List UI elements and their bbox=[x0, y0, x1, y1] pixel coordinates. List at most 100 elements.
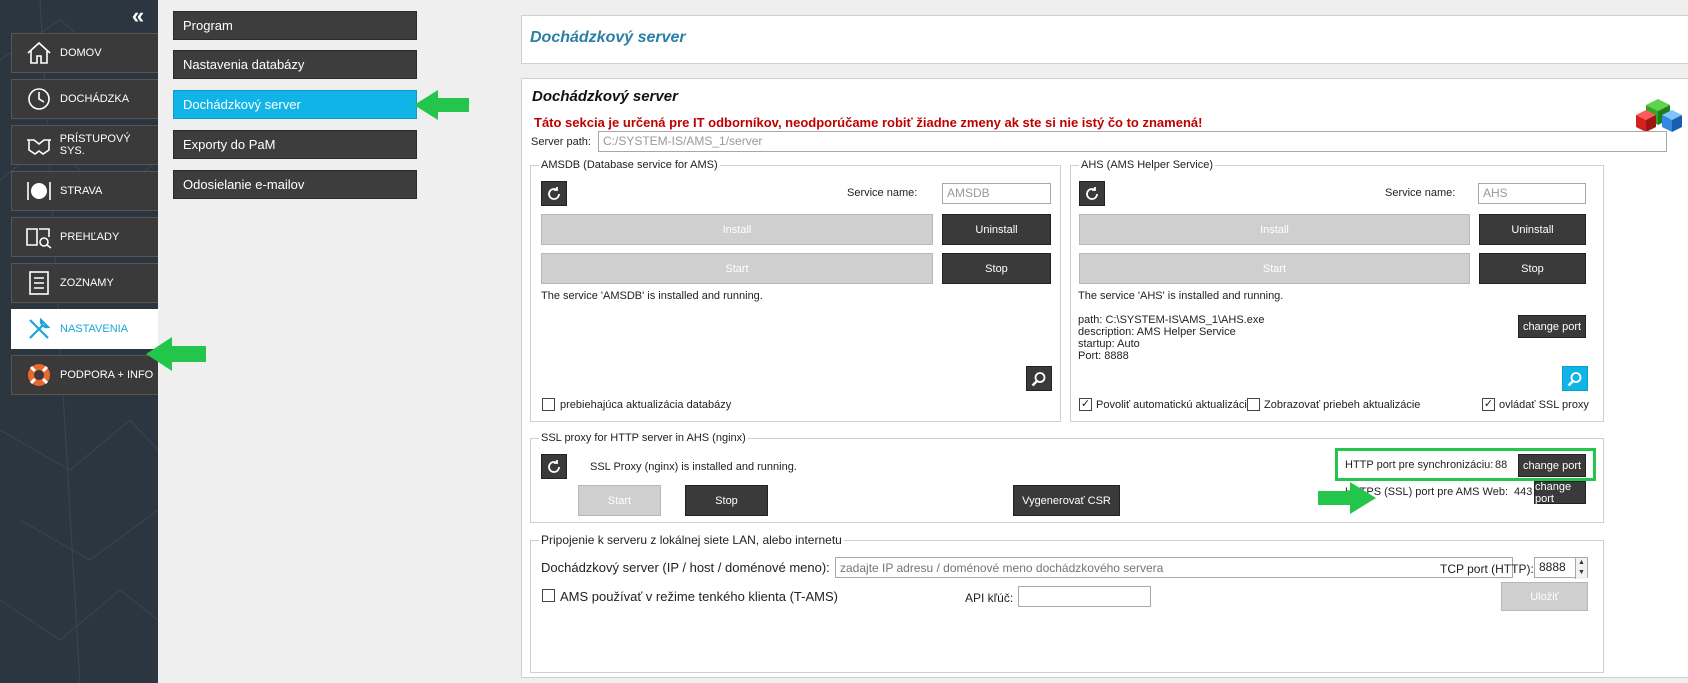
refresh-icon bbox=[1086, 186, 1098, 200]
ahs-path-text: path: C:\SYSTEM-IS\AMS_1\AHS.exe bbox=[1078, 314, 1265, 326]
sidebar-item-zoznamy[interactable]: ZOZNAMY bbox=[11, 263, 158, 303]
sidebar-item-label: NASTAVENIA bbox=[60, 323, 129, 335]
ahs-show-progress-label: Zobrazovať priebeh aktualizácie bbox=[1264, 399, 1421, 411]
warning-text: Táto sekcia je určená pre IT odborníkov,… bbox=[534, 115, 1203, 130]
api-key-input[interactable] bbox=[1018, 586, 1151, 607]
https-change-port-button[interactable]: change port bbox=[1534, 481, 1586, 505]
amsdb-refresh-button[interactable] bbox=[541, 181, 567, 206]
sidebar-item-label: DOMOV bbox=[60, 47, 102, 59]
amsdb-legend: AMSDB (Database service for AMS) bbox=[541, 159, 718, 171]
refresh-icon bbox=[548, 186, 560, 200]
spinner-down-icon[interactable]: ▼ bbox=[1576, 568, 1587, 578]
sidebar-item-strava[interactable]: STRAVA bbox=[11, 171, 158, 211]
page-header: Dochádzkový server bbox=[521, 15, 1688, 64]
ssl-stop-button[interactable]: Stop bbox=[685, 485, 768, 516]
ahs-port-text: Port: 8888 bbox=[1078, 350, 1129, 362]
amsdb-install-button[interactable]: Install bbox=[541, 214, 933, 245]
sidebar-item-domov[interactable]: DOMOV bbox=[11, 33, 158, 73]
ahs-details-button[interactable] bbox=[1562, 366, 1588, 391]
sidebar-item-nastavenia[interactable]: NASTAVENIA bbox=[11, 309, 158, 349]
left-sidebar: « DOMOV DOCHÁDZKA PRÍSTUPOVÝ SYS. STRAVA… bbox=[0, 0, 158, 683]
ahs-legend: AHS (AMS Helper Service) bbox=[1081, 159, 1214, 171]
http-change-port-button[interactable]: change port bbox=[1518, 454, 1586, 477]
ssl-status-text: SSL Proxy (nginx) is installed and runni… bbox=[590, 461, 797, 473]
amsdb-stop-button[interactable]: Stop bbox=[942, 253, 1051, 284]
tcp-port-value: 8888 bbox=[1539, 560, 1566, 574]
https-port-value: 443 bbox=[1514, 486, 1533, 498]
magnifier-icon bbox=[1567, 371, 1582, 386]
refresh-icon bbox=[548, 459, 560, 473]
ssl-start-button[interactable]: Start bbox=[578, 485, 661, 516]
annotation-arrow-icon bbox=[146, 337, 206, 371]
thin-client-checkbox[interactable] bbox=[542, 589, 555, 602]
ssl-refresh-button[interactable] bbox=[541, 454, 567, 479]
book-search-icon bbox=[22, 222, 56, 252]
ahs-description-text: description: AMS Helper Service bbox=[1078, 326, 1236, 338]
amsdb-status-text: The service 'AMSDB' is installed and run… bbox=[541, 290, 763, 302]
ahs-auto-update-label: Povoliť automatickú aktualizáciu bbox=[1096, 399, 1253, 411]
sidebar-item-label: PRÍSTUPOVÝ SYS. bbox=[59, 133, 131, 157]
ahs-change-port-button[interactable]: change port bbox=[1518, 315, 1586, 338]
sidebar-item-dochadzka[interactable]: DOCHÁDZKA bbox=[11, 79, 158, 119]
server-address-input[interactable] bbox=[835, 557, 1513, 578]
server-address-label: Dochádzkový server (IP / host / doménové… bbox=[541, 560, 830, 575]
amsdb-service-name-label: Service name: bbox=[847, 187, 918, 199]
home-icon bbox=[22, 38, 56, 68]
ahs-service-name-input[interactable]: AHS bbox=[1478, 183, 1586, 204]
server-path-label: Server path: bbox=[531, 136, 591, 148]
generate-csr-button[interactable]: Vygenerovať CSR bbox=[1013, 485, 1120, 516]
collapse-sidebar-button[interactable]: « bbox=[125, 4, 151, 28]
list-icon bbox=[22, 268, 56, 298]
menu-item-program[interactable]: Program bbox=[173, 11, 417, 40]
tcp-port-input[interactable]: 8888 ▲ ▼ bbox=[1534, 557, 1588, 579]
sidebar-item-prehlady[interactable]: PREHĽADY bbox=[11, 217, 158, 257]
tools-icon bbox=[22, 314, 56, 344]
page-title: Dochádzkový server bbox=[530, 29, 686, 46]
ahs-install-button[interactable]: Install bbox=[1079, 214, 1470, 245]
ahs-stop-button[interactable]: Stop bbox=[1479, 253, 1586, 284]
ahs-uninstall-button[interactable]: Uninstall bbox=[1479, 214, 1586, 245]
ahs-show-progress-checkbox[interactable] bbox=[1247, 398, 1260, 411]
amsdb-service-name-input[interactable]: AMSDB bbox=[942, 183, 1051, 204]
annotation-arrow-icon bbox=[414, 90, 469, 120]
ahs-refresh-button[interactable] bbox=[1079, 181, 1105, 206]
plate-icon bbox=[22, 176, 56, 206]
server-settings-panel: Dochádzkový server Táto sekcia je určená… bbox=[521, 78, 1688, 678]
tcp-port-label: TCP port (HTTP): bbox=[1440, 562, 1534, 576]
sidebar-item-label: DOCHÁDZKA bbox=[60, 93, 130, 105]
sidebar-item-label: PREHĽADY bbox=[60, 231, 120, 243]
http-port-value: 88 bbox=[1495, 459, 1508, 471]
amsdb-details-button[interactable] bbox=[1026, 366, 1052, 391]
menu-item-nastavenia-databazy[interactable]: Nastavenia databázy bbox=[173, 50, 417, 79]
ahs-auto-update-checkbox[interactable]: ✓ bbox=[1079, 398, 1092, 411]
spinner-up-icon[interactable]: ▲ bbox=[1576, 558, 1587, 568]
connection-legend: Pripojenie k serveru z lokálnej siete LA… bbox=[541, 533, 842, 547]
save-button[interactable]: Uložiť bbox=[1501, 582, 1588, 611]
cubes-logo-icon bbox=[1636, 99, 1682, 132]
amsdb-start-button[interactable]: Start bbox=[541, 253, 933, 284]
sidebar-item-pristupovy-sys[interactable]: PRÍSTUPOVÝ SYS. bbox=[11, 125, 158, 165]
ahs-start-button[interactable]: Start bbox=[1079, 253, 1470, 284]
section-title: Dochádzkový server bbox=[532, 88, 678, 105]
server-path-input[interactable]: C:/SYSTEM-IS/AMS_1/server bbox=[598, 131, 1667, 152]
amsdb-uninstall-button[interactable]: Uninstall bbox=[942, 214, 1051, 245]
ahs-status-text: The service 'AHS' is installed and runni… bbox=[1078, 290, 1284, 302]
clock-icon bbox=[22, 84, 56, 114]
annotation-arrow-icon bbox=[1318, 482, 1376, 514]
ahs-ssl-proxy-checkbox[interactable]: ✓ bbox=[1482, 398, 1495, 411]
amsdb-update-checkbox[interactable] bbox=[542, 398, 555, 411]
sidebar-item-label: PODPORA + INFO bbox=[60, 369, 154, 381]
ahs-startup-text: startup: Auto bbox=[1078, 338, 1140, 350]
ahs-ssl-proxy-label: ovládať SSL proxy bbox=[1499, 399, 1589, 411]
menu-item-dochadzkovy-server[interactable]: Dochádzkový server bbox=[173, 90, 417, 119]
tcp-port-spinner[interactable]: ▲ ▼ bbox=[1575, 558, 1587, 579]
amsdb-update-checkbox-label: prebiehajúca aktualizácia databázy bbox=[560, 399, 732, 411]
thin-client-label: AMS používať v režime tenkého klienta (T… bbox=[560, 589, 838, 604]
sidebar-item-podpora-info[interactable]: PODPORA + INFO bbox=[11, 355, 158, 395]
lifebuoy-icon bbox=[22, 360, 56, 390]
menu-item-exporty-do-pam[interactable]: Exporty do PaM bbox=[173, 130, 417, 159]
api-key-label: API kľúč: bbox=[965, 591, 1014, 605]
http-port-label: HTTP port pre synchronizáciu: bbox=[1345, 459, 1494, 471]
menu-item-odosielanie-e-mailov[interactable]: Odosielanie e-mailov bbox=[173, 170, 417, 199]
ahs-service-name-label: Service name: bbox=[1385, 187, 1456, 199]
